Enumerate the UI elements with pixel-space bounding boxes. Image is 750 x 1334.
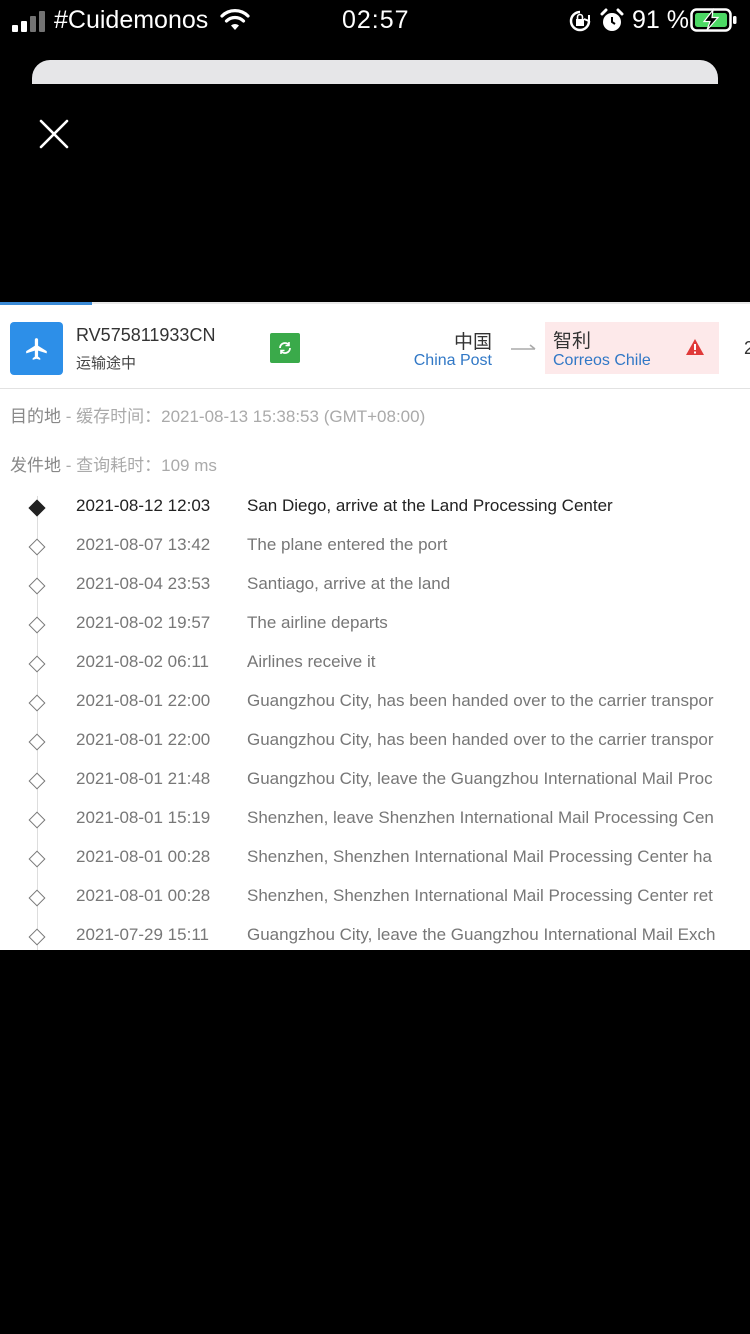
event-description: Guangzhou City, leave the Guangzhou Inte… — [247, 769, 713, 788]
event-datetime: 2021-08-02 19:57 — [76, 613, 211, 632]
event-description: Guangzhou City, leave the Guangzhou Inte… — [247, 925, 716, 944]
event-description: Shenzhen, leave Shenzhen International M… — [247, 808, 714, 827]
clock-time: 02:57 — [342, 6, 410, 34]
timeline-event: 2021-08-12 12:03 San Diego, arrive at the… — [0, 496, 750, 535]
tracking-status: 运输途中 — [76, 355, 137, 372]
active-tab-indicator — [0, 302, 92, 305]
event-datetime: 2021-08-02 06:11 — [76, 652, 209, 671]
event-datetime: 2021-08-01 22:00 — [76, 730, 211, 749]
query-label: 查询耗时： — [76, 456, 162, 475]
airplane-icon — [10, 322, 63, 375]
timeline-event: 2021-08-01 21:48 Guangzhou City, leave th… — [0, 769, 750, 808]
event-description: Airlines receive it — [247, 652, 376, 671]
alarm-icon — [600, 8, 624, 31]
event-description: The plane entered the port — [247, 535, 448, 554]
timeline-event: 2021-08-01 00:28 Shenzhen, Shenzhen Inter… — [0, 847, 750, 886]
query-time: 109 ms — [161, 456, 217, 475]
tracking-number[interactable]: RV575811933CN — [76, 325, 215, 346]
event-description: San Diego, arrive at the Land Processing… — [247, 496, 613, 515]
destination-meta: 目的地 - 缓存时间：2021-08-13 15:38:53 (GMT+08:0… — [10, 407, 426, 426]
origin-carrier-link[interactable]: China Post — [414, 352, 492, 370]
timeline-event: 2021-08-01 22:00 Guangzhou City, has been… — [0, 691, 750, 730]
event-datetime: 2021-08-01 22:00 — [76, 691, 211, 710]
origin-label: 发件地 — [10, 456, 61, 475]
event-datetime: 2021-08-01 00:28 — [76, 886, 211, 905]
timeline-event: 2021-08-01 00:28 Shenzhen, Shenzhen Inter… — [0, 886, 750, 925]
event-dot-icon — [28, 694, 46, 712]
timeline-event: 2021-08-02 06:11 Airlines receive it — [0, 652, 750, 691]
event-dot-icon — [28, 655, 46, 673]
event-dot-icon — [28, 850, 46, 868]
refresh-icon — [279, 342, 291, 354]
divider — [0, 302, 750, 304]
destination-country: 智利 — [553, 331, 592, 352]
event-dot-icon — [28, 928, 46, 946]
event-dot-icon — [28, 499, 46, 517]
tracking-screenshot: RV575811933CN 运输途中 中国 China Post 智利 Corr… — [0, 302, 750, 950]
event-dot-icon — [28, 889, 46, 907]
event-dot-icon — [28, 811, 46, 829]
destination-box: 智利 Correos Chile — [545, 322, 719, 374]
timeline-event: 2021-08-01 22:00 Guangzhou City, has been… — [0, 730, 750, 769]
battery-percent: 91 % — [632, 6, 689, 34]
event-datetime: 2021-07-29 15:11 — [76, 925, 209, 944]
battery-charging-icon — [690, 7, 737, 32]
event-datetime: 2021-08-01 15:19 — [76, 808, 211, 827]
origin-country: 中国 — [453, 332, 492, 353]
event-description: Guangzhou City, has been handed over to … — [247, 730, 714, 749]
warning-icon[interactable] — [685, 338, 705, 356]
event-description: The airline departs — [247, 613, 388, 632]
cache-time: 2021-08-13 15:38:53 (GMT+08:00) — [161, 407, 426, 426]
cache-label: 缓存时间： — [76, 407, 162, 426]
event-datetime: 2021-08-12 12:03 — [76, 496, 211, 515]
close-icon[interactable] — [38, 118, 70, 150]
signal-icon — [12, 10, 48, 32]
event-dot-icon — [28, 616, 46, 634]
timeline-event: 2021-07-29 15:11 Guangzhou City, leave th… — [0, 925, 750, 950]
cut-off-text: 2 — [744, 338, 750, 358]
event-dot-icon — [28, 577, 46, 595]
refresh-button[interactable] — [270, 333, 300, 363]
event-description: Shenzhen, Shenzhen International Mail Pr… — [247, 886, 713, 905]
sheet-top-edge — [32, 60, 718, 84]
event-datetime: 2021-08-01 00:28 — [76, 847, 211, 866]
carrier-name: #Cuidemonos — [54, 6, 209, 34]
tracking-header: RV575811933CN 运输途中 中国 China Post 智利 Corr… — [0, 308, 750, 389]
event-dot-icon — [28, 538, 46, 556]
event-datetime: 2021-08-01 21:48 — [76, 769, 211, 788]
event-description: Shenzhen, Shenzhen International Mail Pr… — [247, 847, 712, 866]
event-description: Santiago, arrive at the land — [247, 574, 451, 593]
rotation-lock-icon — [569, 10, 591, 32]
event-dot-icon — [28, 733, 46, 751]
destination-label: 目的地 — [10, 407, 61, 426]
event-description: Guangzhou City, has been handed over to … — [247, 691, 714, 710]
timeline-event: 2021-08-01 15:19 Shenzhen, leave Shenzhen… — [0, 808, 750, 847]
timeline-event: 2021-08-04 23:53 Santiago, arrive at the … — [0, 574, 750, 613]
origin-meta: 发件地 - 查询耗时：109 ms — [10, 456, 217, 475]
event-datetime: 2021-08-04 23:53 — [76, 574, 211, 593]
timeline-event: 2021-08-07 13:42 The plane entered the po… — [0, 535, 750, 574]
arrow-right-icon — [511, 344, 536, 350]
event-datetime: 2021-08-07 13:42 — [76, 535, 211, 554]
wifi-icon — [220, 9, 250, 30]
event-dot-icon — [28, 772, 46, 790]
status-bar: #Cuidemonos 02:57 91 % — [0, 0, 750, 44]
timeline-event: 2021-08-02 19:57 The airline departs — [0, 613, 750, 652]
destination-carrier-link[interactable]: Correos Chile — [553, 352, 651, 370]
